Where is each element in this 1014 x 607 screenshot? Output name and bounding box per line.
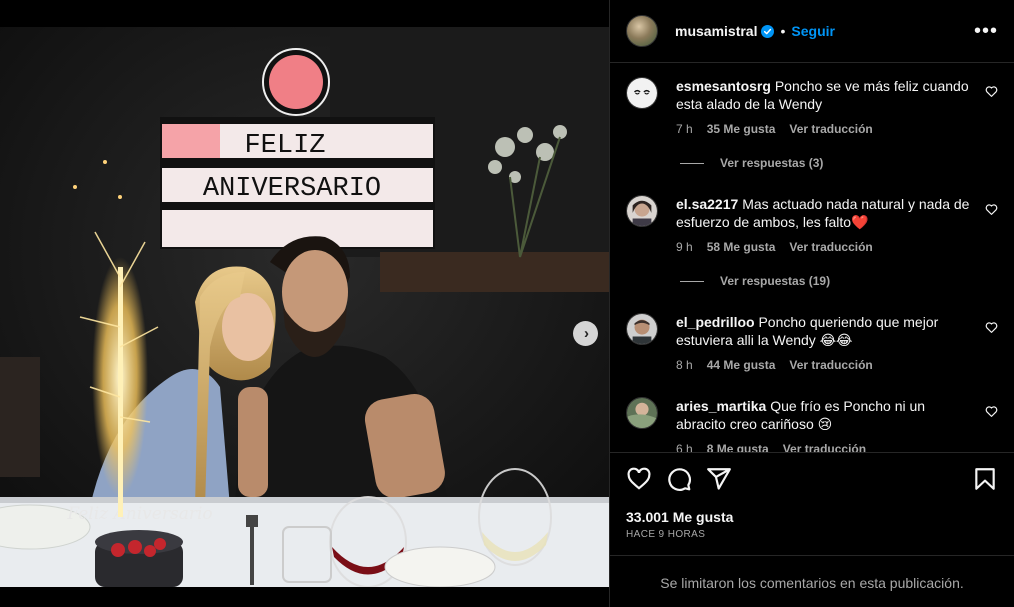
next-photo-button[interactable]: › — [573, 321, 598, 346]
translate-link[interactable]: Ver traducción — [783, 440, 866, 452]
translate-link[interactable]: Ver traducción — [789, 356, 872, 374]
post-actions: 33.001 Me gusta HACE 9 HORAS — [610, 452, 1014, 556]
post-timestamp[interactable]: HACE 9 HORAS — [626, 529, 705, 540]
view-replies-button[interactable]: Ver respuestas (3) — [680, 156, 823, 170]
comment-time[interactable]: 9 h — [676, 238, 693, 256]
comments-list[interactable]: esmesantosrg Poncho se ve más feliz cuan… — [610, 63, 1014, 452]
heart-icon[interactable] — [985, 85, 998, 98]
comment-item: esmesantosrg Poncho se ve más feliz cuan… — [626, 77, 998, 138]
comment-item: aries_martika Que frío es Poncho ni un a… — [626, 397, 998, 452]
bookmark-icon[interactable] — [972, 466, 998, 492]
action-icons — [626, 466, 998, 494]
post-photo: FELIZ ANIVERSARIO Feliz Aniversario — [0, 27, 609, 587]
comment-username[interactable]: esmesantosrg — [676, 78, 771, 94]
author-avatar[interactable] — [626, 15, 658, 47]
comment-username[interactable]: el_pedrilloo — [676, 314, 755, 330]
commenter-avatar[interactable] — [626, 195, 658, 227]
comment-icon[interactable] — [666, 466, 692, 492]
view-replies-label: Ver respuestas (3) — [720, 156, 824, 170]
follow-button[interactable]: Seguir — [791, 23, 835, 39]
likes-count[interactable]: 33.001 Me gusta — [626, 509, 733, 525]
commenter-avatar[interactable] — [626, 313, 658, 345]
comment-likes[interactable]: 8 Me gusta — [707, 440, 769, 452]
heart-icon[interactable] — [985, 203, 998, 216]
post-media[interactable]: FELIZ ANIVERSARIO Feliz Aniversario › — [0, 27, 609, 587]
comments-limited-notice: Se limitaron los comentarios en esta pub… — [660, 575, 964, 591]
comment-likes[interactable]: 58 Me gusta — [707, 238, 776, 256]
commenter-avatar[interactable] — [626, 397, 658, 429]
comment-username[interactable]: aries_martika — [676, 398, 766, 414]
translate-link[interactable]: Ver traducción — [789, 120, 872, 138]
comment-item: el.sa2217 Mas actuado nada natural y nad… — [626, 195, 998, 256]
verified-badge-icon — [761, 24, 775, 38]
chevron-right-icon: › — [584, 325, 589, 342]
comment-time[interactable]: 8 h — [676, 356, 693, 374]
comment-time[interactable]: 7 h — [676, 120, 693, 138]
view-replies-button[interactable]: Ver respuestas (19) — [680, 274, 830, 288]
translate-link[interactable]: Ver traducción — [789, 238, 872, 256]
share-icon[interactable] — [706, 466, 732, 492]
heart-icon[interactable] — [626, 466, 652, 492]
post-panel: musamistral • Seguir ••• esmesantosrg Po… — [609, 0, 1014, 607]
sign-line-2: ANIVERSARIO — [203, 174, 381, 204]
comment-username[interactable]: el.sa2217 — [676, 196, 738, 212]
heart-icon[interactable] — [985, 405, 998, 418]
sign-line-1: FELIZ — [244, 131, 325, 161]
replies-divider — [680, 280, 704, 282]
heart-icon[interactable] — [985, 321, 998, 334]
comment-likes[interactable]: 35 Me gusta — [707, 120, 776, 138]
comment-likes[interactable]: 44 Me gusta — [707, 356, 776, 374]
view-replies-label: Ver respuestas (19) — [720, 274, 831, 288]
replies-divider — [680, 162, 704, 164]
cake-topper-text: Feliz Aniversario — [66, 504, 212, 524]
commenter-avatar[interactable] — [626, 77, 658, 109]
post-header: musamistral • Seguir ••• — [610, 0, 1014, 63]
author-username[interactable]: musamistral — [675, 23, 757, 39]
more-options-icon[interactable]: ••• — [974, 21, 998, 41]
separator-dot: • — [780, 23, 786, 39]
comment-time[interactable]: 6 h — [676, 440, 693, 452]
comment-item: el_pedrilloo Poncho queriendo que mejor … — [626, 313, 998, 374]
